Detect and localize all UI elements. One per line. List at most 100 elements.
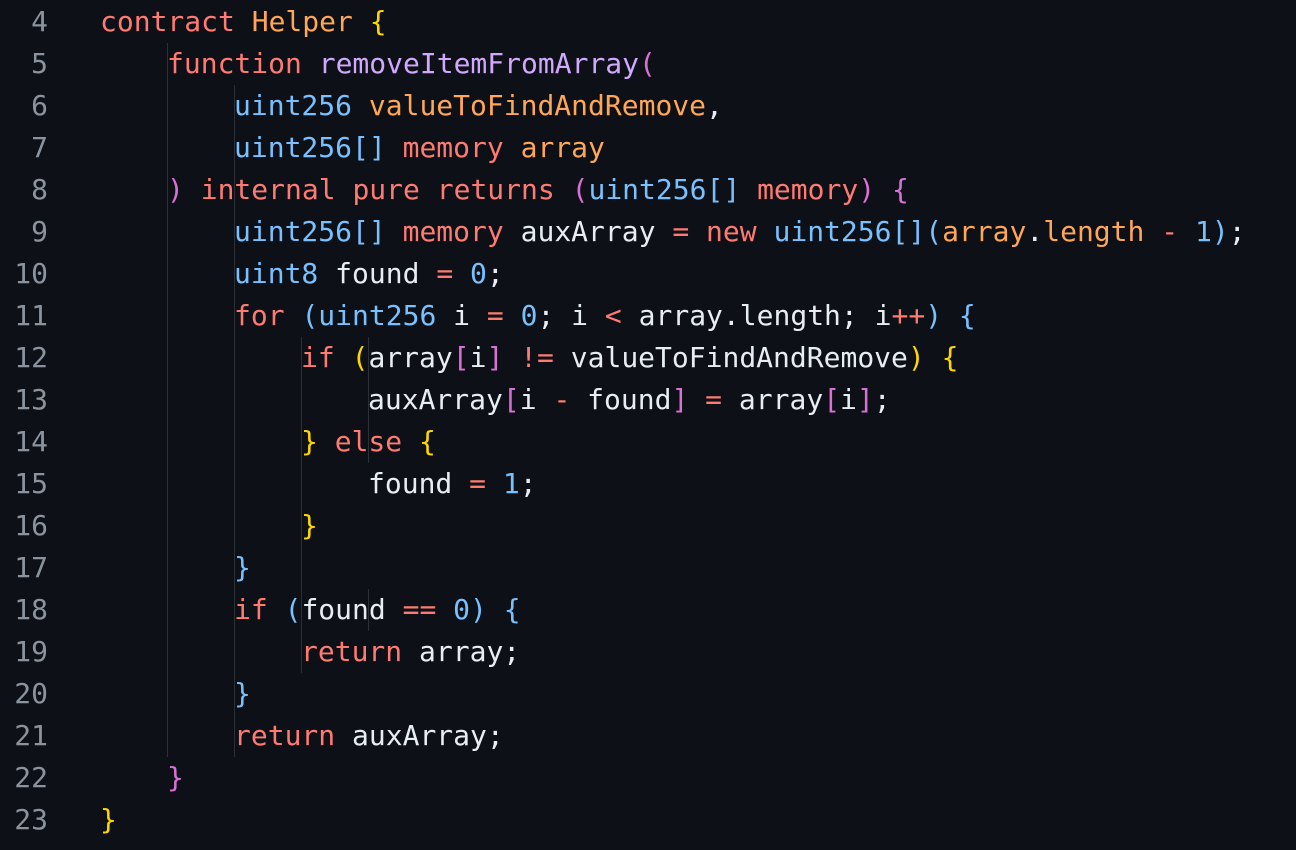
line-number: 19 xyxy=(14,635,48,668)
code-token: ; xyxy=(1228,215,1246,248)
code-text: found = 1; xyxy=(368,463,537,505)
code-token: ( xyxy=(639,47,656,80)
code-token: . xyxy=(1026,215,1044,248)
code-token: return xyxy=(301,635,403,668)
code-token: - xyxy=(1161,215,1179,248)
code-line[interactable]: 8) internal pure returns (uint256[] memo… xyxy=(0,169,1296,211)
code-token: 1 xyxy=(502,467,520,500)
code-token: length xyxy=(1043,215,1145,248)
code-text: function removeItemFromArray( xyxy=(167,43,656,85)
line-number: 20 xyxy=(14,677,48,710)
code-token: ) xyxy=(925,299,943,332)
code-token: 0 xyxy=(453,593,471,626)
code-token: 1 xyxy=(1194,215,1212,248)
line-number: 8 xyxy=(31,173,48,206)
code-line[interactable]: 12 if (array[i] != valueToFindAndRemove) … xyxy=(0,337,1296,379)
code-line[interactable]: 21 return auxArray; xyxy=(0,715,1296,757)
code-line[interactable]: 18 if (found == 0) { xyxy=(0,589,1296,631)
code-token: = xyxy=(705,383,723,416)
code-line[interactable]: 14 } else { xyxy=(0,421,1296,463)
code-token: uint256 xyxy=(234,215,353,248)
code-token: } xyxy=(234,551,251,584)
code-token: array.length; i xyxy=(621,299,892,332)
line-number: 14 xyxy=(14,425,48,458)
code-token: function xyxy=(167,47,302,80)
line-number: 15 xyxy=(14,467,48,500)
code-line[interactable]: 13 auxArray[i - found] = array[i]; xyxy=(0,379,1296,421)
code-line[interactable]: 20} xyxy=(0,673,1296,715)
code-line[interactable]: 7 uint256[] memory array xyxy=(0,127,1296,169)
code-token: array xyxy=(722,383,824,416)
code-line[interactable]: 9 uint256[] memory auxArray = new uint256… xyxy=(0,211,1296,253)
code-token: = xyxy=(672,215,690,248)
code-token: uint256 xyxy=(234,131,353,164)
code-token: internal xyxy=(200,173,336,206)
code-token: ( xyxy=(301,299,319,332)
code-line[interactable]: 22} xyxy=(0,757,1296,799)
code-line[interactable]: 16} xyxy=(0,505,1296,547)
code-line[interactable]: 17} xyxy=(0,547,1296,589)
code-token: ( xyxy=(571,173,589,206)
code-token: ( xyxy=(925,215,943,248)
code-token: { xyxy=(419,425,436,458)
code-token: } xyxy=(100,803,117,836)
code-line[interactable]: 10 uint8 found = 0; xyxy=(0,253,1296,295)
code-token: contract xyxy=(100,5,235,38)
code-token: 0 xyxy=(470,257,487,290)
code-token: - xyxy=(553,383,571,416)
code-token: { xyxy=(503,593,521,626)
code-token: memory xyxy=(757,173,859,206)
line-number: 22 xyxy=(14,761,48,794)
code-line[interactable]: 23} xyxy=(0,799,1296,841)
code-line[interactable]: 6 uint256 valueToFindAndRemove, xyxy=(0,85,1296,127)
code-token: memory xyxy=(402,215,504,248)
line-number: 16 xyxy=(14,509,48,542)
code-token: memory xyxy=(402,131,504,164)
code-token: auxArray; xyxy=(335,719,504,752)
code-token: if xyxy=(234,593,268,626)
code-line[interactable]: 5 function removeItemFromArray( xyxy=(0,43,1296,85)
line-number: 23 xyxy=(14,803,48,836)
code-token: [] xyxy=(706,173,741,206)
code-line[interactable]: 11 for (uint256 i = 0; i < array.length; … xyxy=(0,295,1296,337)
code-token: [ xyxy=(823,383,841,416)
code-text: contract Helper { xyxy=(100,1,387,43)
code-text: } xyxy=(234,547,251,589)
code-line[interactable]: 4 contract Helper { xyxy=(0,1,1296,43)
code-token: ; xyxy=(873,383,891,416)
code-text: if (array[i] != valueToFindAndRemove) { xyxy=(301,337,958,379)
code-editor[interactable]: 4 contract Helper {5 function removeItemFr… xyxy=(0,0,1296,850)
code-line[interactable]: 19 return array; xyxy=(0,631,1296,673)
code-token: ; i xyxy=(537,299,605,332)
code-text: uint256[] memory auxArray = new uint256[… xyxy=(234,211,1246,253)
code-token: [ xyxy=(452,341,470,374)
code-token: array xyxy=(368,341,453,374)
code-token: ] xyxy=(671,383,689,416)
code-token: Helper xyxy=(251,5,353,38)
code-text: } xyxy=(301,505,318,547)
code-token: i xyxy=(519,383,554,416)
code-token: auxArray xyxy=(503,215,673,248)
code-token: uint8 xyxy=(234,257,319,290)
code-line[interactable]: 15 found = 1; xyxy=(0,463,1296,505)
code-text: } else { xyxy=(301,421,436,463)
code-token: < xyxy=(604,299,622,332)
code-text: } xyxy=(234,673,251,715)
code-token: ( xyxy=(351,341,369,374)
code-token: } xyxy=(301,509,318,542)
code-token: } xyxy=(301,425,318,458)
